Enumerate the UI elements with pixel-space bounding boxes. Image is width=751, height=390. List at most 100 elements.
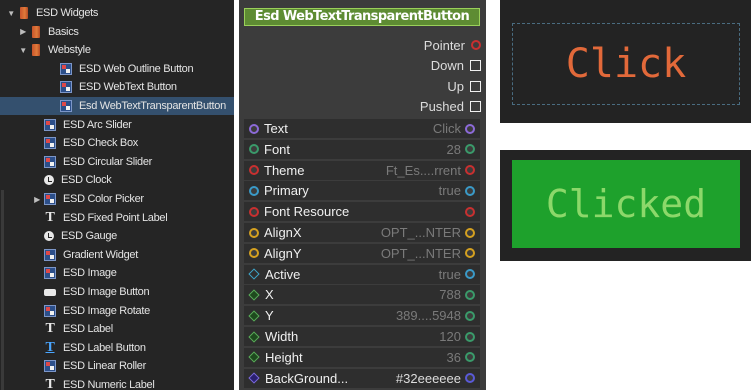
- output-pin-icon[interactable]: [465, 165, 475, 176]
- output-pin-icon[interactable]: [465, 144, 475, 155]
- property-row[interactable]: Text Click: [244, 119, 480, 138]
- input-pin-icon[interactable]: [249, 123, 259, 134]
- tree-item[interactable]: ESD Image Button: [0, 283, 234, 301]
- output-pin-icon[interactable]: [465, 206, 475, 217]
- input-diamond-pin-icon[interactable]: [248, 351, 260, 363]
- image-button-icon: [44, 288, 56, 296]
- tree-item[interactable]: ESD Arc Slider: [0, 116, 234, 134]
- property-value[interactable]: 28: [290, 142, 461, 157]
- property-row[interactable]: Font 28: [244, 139, 480, 159]
- clock-icon: [44, 175, 54, 186]
- input-pin-icon[interactable]: [249, 144, 259, 155]
- tree-item[interactable]: ESD Linear Roller: [0, 357, 234, 375]
- tree-item-label: ESD Image Button: [63, 286, 150, 298]
- property-row[interactable]: AlignY OPT_...NTER: [244, 243, 480, 263]
- property-value[interactable]: #32eeeeee: [348, 371, 461, 386]
- output-pin-icon[interactable]: [465, 373, 475, 384]
- input-diamond-pin-icon[interactable]: [248, 372, 260, 384]
- tree-item[interactable]: ESD Clock: [0, 171, 234, 189]
- tree-item[interactable]: ESD WebText Button: [0, 78, 234, 96]
- property-value[interactable]: true: [309, 183, 461, 198]
- tree-item[interactable]: ESD Web Outline Button: [0, 60, 234, 78]
- property-row[interactable]: Y 389....5948: [244, 306, 480, 326]
- expand-arrow-icon[interactable]: ▼: [18, 46, 28, 55]
- tree-item-label: ESD Label: [63, 323, 113, 336]
- widget-icon: [44, 304, 56, 317]
- pin-icon[interactable]: [471, 40, 481, 50]
- tree-item[interactable]: ESD Check Box: [0, 134, 234, 152]
- property-name: Height: [265, 349, 303, 365]
- tree-item[interactable]: ▼ ESD Widgets: [0, 4, 234, 22]
- output-pin-icon[interactable]: [465, 123, 475, 134]
- input-pin-icon[interactable]: [249, 227, 259, 238]
- property-value[interactable]: 120: [298, 329, 461, 344]
- output-pin-icon[interactable]: [465, 310, 475, 321]
- tree-item[interactable]: Gradient Widget: [0, 246, 234, 264]
- input-diamond-pin-icon[interactable]: [248, 268, 260, 280]
- property-row[interactable]: X 788: [244, 285, 480, 305]
- property-value[interactable]: OPT_...NTER: [302, 246, 461, 261]
- output-pin-icon[interactable]: [465, 331, 475, 342]
- property-row[interactable]: Width 120: [244, 327, 480, 346]
- tree-item[interactable]: T ESD Fixed Point Label: [0, 209, 234, 227]
- output-pin-icon[interactable]: [465, 352, 475, 363]
- checkbox-output-icon[interactable]: [470, 80, 481, 92]
- node-title[interactable]: Esd WebTextTransparentButton: [244, 8, 480, 26]
- input-pin-icon[interactable]: [249, 185, 259, 196]
- tree-item[interactable]: Esd WebTextTransparentButton: [0, 97, 234, 115]
- tree-item[interactable]: T ESD Numeric Label: [0, 376, 234, 390]
- property-row[interactable]: Height 36: [244, 347, 480, 367]
- tree-item[interactable]: ESD Gauge: [0, 227, 234, 245]
- input-pin-icon[interactable]: [249, 206, 259, 217]
- tree-item[interactable]: ESD Image Rotate: [0, 302, 234, 320]
- property-value[interactable]: Click: [288, 121, 461, 136]
- output-pin-icon[interactable]: [465, 227, 475, 238]
- property-name: Active: [265, 266, 301, 282]
- output-pin-icon[interactable]: [465, 289, 475, 300]
- property-value[interactable]: Ft_Es....rrent: [304, 163, 461, 178]
- property-row[interactable]: Font Resource: [244, 202, 480, 222]
- property-name: AlignY: [264, 245, 302, 261]
- tree-item[interactable]: T ESD Label: [0, 320, 234, 338]
- property-value[interactable]: 788: [274, 287, 461, 302]
- property-row[interactable]: BackGround... #32eeeeee: [244, 368, 480, 388]
- property-row[interactable]: Active true: [244, 264, 480, 284]
- property-value[interactable]: 389....5948: [274, 308, 461, 323]
- tree-item[interactable]: ▶ Basics: [0, 23, 234, 41]
- preview-clicked-button[interactable]: Clicked: [512, 160, 740, 248]
- property-name: Text: [264, 121, 288, 136]
- property-row[interactable]: AlignX OPT_...NTER: [244, 223, 480, 242]
- tree-item[interactable]: ESD Image: [0, 264, 234, 282]
- checkbox-output-icon[interactable]: [470, 60, 481, 71]
- widget-icon: [60, 62, 72, 75]
- tree-item[interactable]: ▼ Webstyle: [0, 41, 234, 59]
- tree-item[interactable]: ESD Circular Slider: [0, 153, 234, 171]
- property-value[interactable]: 36: [303, 350, 461, 365]
- property-row[interactable]: Primary true: [244, 181, 480, 201]
- input-diamond-pin-icon[interactable]: [248, 289, 260, 301]
- checkbox-output-icon[interactable]: [470, 101, 481, 112]
- input-pin-icon[interactable]: [249, 165, 259, 176]
- preview-click-button[interactable]: Click: [512, 23, 740, 105]
- output-label: Pointer: [423, 37, 465, 53]
- collapse-arrow-icon[interactable]: ▶: [18, 27, 28, 36]
- widget-icon: [44, 248, 56, 261]
- text-label-icon: T: [45, 377, 55, 390]
- tree-item[interactable]: T ESD Label Button: [0, 339, 234, 357]
- input-diamond-pin-icon[interactable]: [248, 310, 260, 322]
- input-pin-icon[interactable]: [249, 248, 259, 259]
- text-label-button-icon: T: [45, 339, 55, 355]
- output-pin-icon[interactable]: [465, 248, 475, 259]
- output-pin-icon[interactable]: [465, 185, 475, 196]
- collapse-arrow-icon[interactable]: ▶: [32, 195, 42, 204]
- input-diamond-pin-icon[interactable]: [248, 330, 260, 343]
- preview-normal-state: Click: [500, 0, 751, 123]
- tree-item[interactable]: ▶ ESD Color Picker: [0, 190, 234, 208]
- property-row[interactable]: Theme Ft_Es....rrent: [244, 160, 480, 180]
- preview-clicked-state: Clicked: [500, 150, 751, 261]
- output-pin-icon[interactable]: [465, 269, 475, 280]
- property-value[interactable]: OPT_...NTER: [302, 225, 461, 240]
- widget-icon: [44, 267, 56, 280]
- expand-arrow-icon[interactable]: ▼: [6, 9, 16, 18]
- property-value[interactable]: true: [300, 267, 461, 282]
